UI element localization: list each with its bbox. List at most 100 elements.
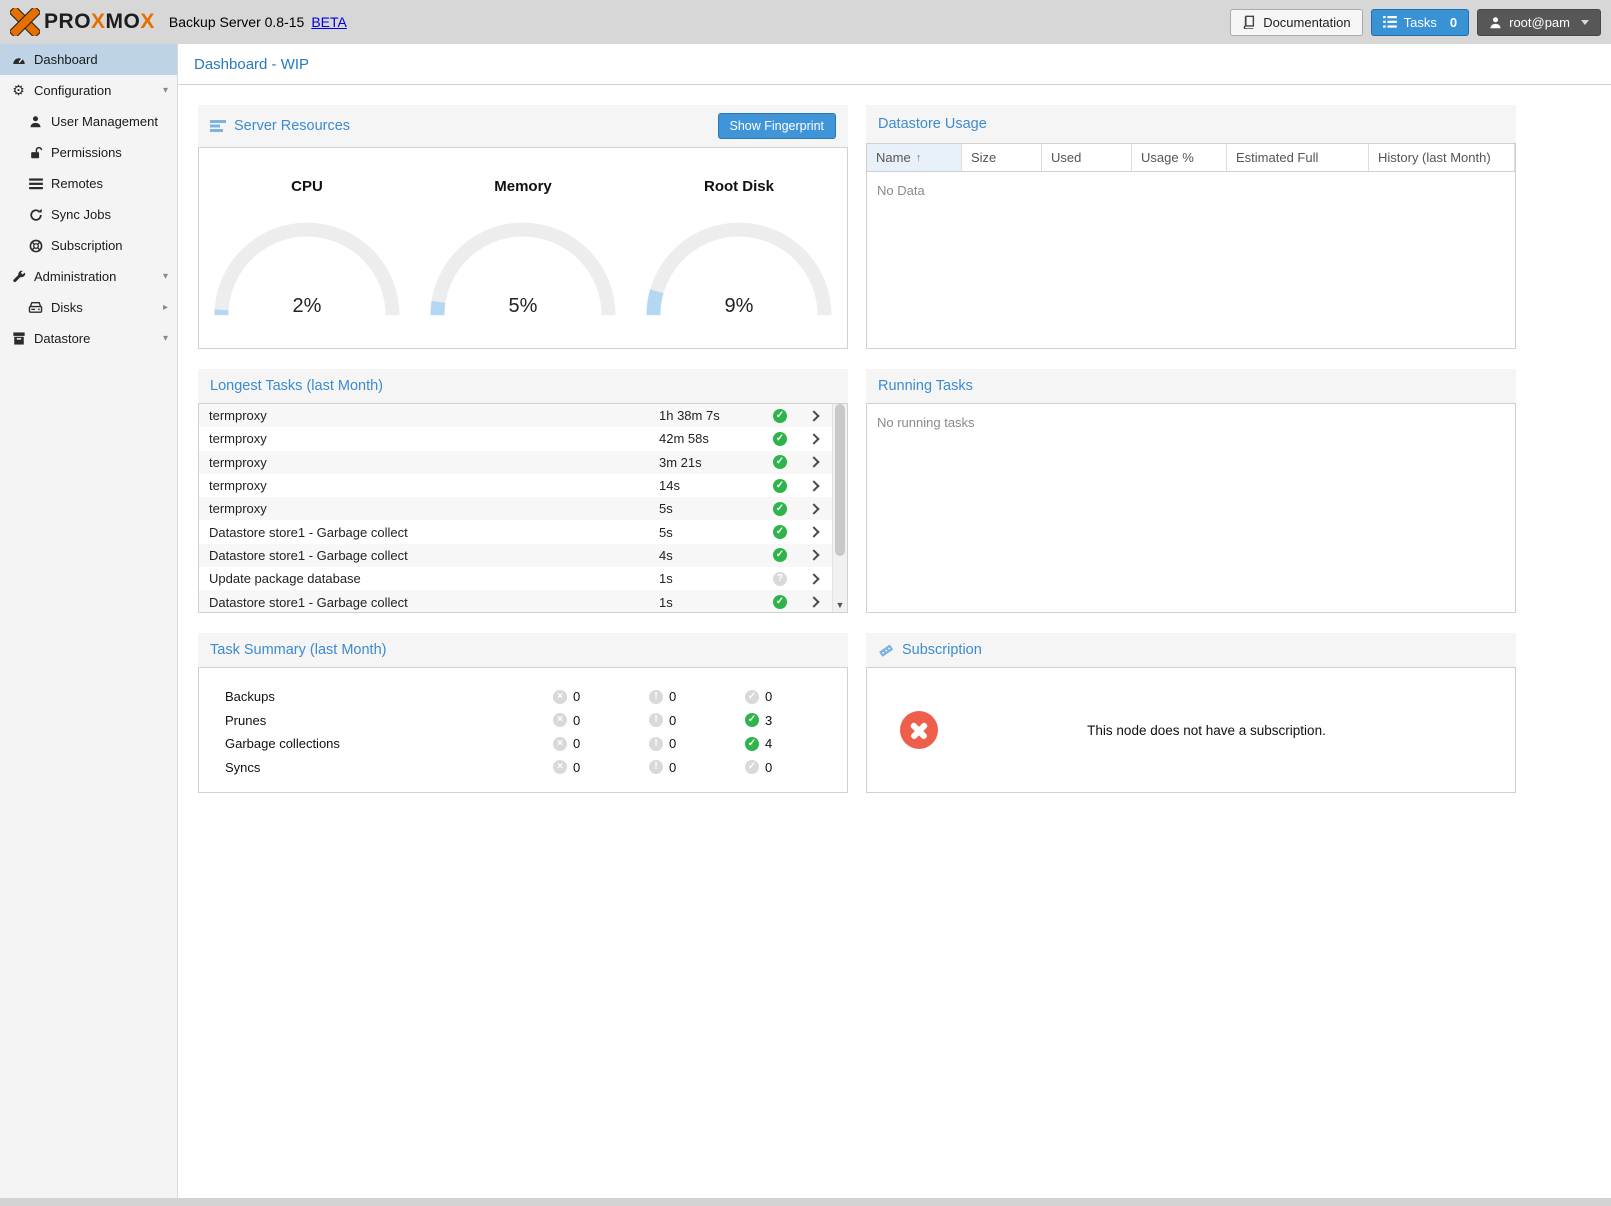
column-header-estimated-full[interactable]: Estimated Full xyxy=(1227,144,1369,171)
open-task-button[interactable] xyxy=(796,435,831,443)
task-name: termproxy xyxy=(199,501,659,516)
sidebar-item-disks[interactable]: Disks▸ xyxy=(0,292,177,323)
sidebar-item-label: Administration xyxy=(34,269,116,284)
horizontal-scrollbar[interactable] xyxy=(0,1198,1611,1206)
task-name: termproxy xyxy=(199,431,659,446)
sidebar-item-configuration[interactable]: ⚙ Configuration▾ xyxy=(0,75,177,106)
task-duration: 5s xyxy=(659,525,764,540)
error-icon: × xyxy=(553,737,567,751)
vertical-scrollbar[interactable]: ▼ xyxy=(832,404,847,612)
task-row[interactable]: Datastore store1 - Garbage collect 4s ✓ xyxy=(199,544,847,567)
task-row[interactable]: Datastore store1 - Garbage collect 5s ✓ xyxy=(199,520,847,543)
panel-title: Task Summary (last Month) xyxy=(210,642,386,658)
book-icon xyxy=(1242,15,1256,29)
gears-icon: ⚙ xyxy=(10,82,27,99)
sidebar-item-remotes[interactable]: Remotes xyxy=(0,168,177,199)
tasks-button[interactable]: Tasks 0 xyxy=(1371,9,1469,36)
scrollbar-thumb[interactable] xyxy=(835,404,845,556)
sidebar-item-label: Dashboard xyxy=(34,52,98,67)
scrollbar-down-arrow[interactable]: ▼ xyxy=(833,600,847,610)
server-resources-panel: Server Resources Show Fingerprint CPU 2%… xyxy=(198,105,848,349)
summary-row-syncs: Syncs ×0 !0 ✓0 xyxy=(225,756,847,780)
column-header-usage-[interactable]: Usage % xyxy=(1132,144,1227,171)
sidebar-item-label: Datastore xyxy=(34,331,90,346)
brand-text: PROXMOX xyxy=(44,10,155,34)
status-unknown-icon: ? xyxy=(773,572,787,586)
task-row[interactable]: termproxy 42m 58s ✓ xyxy=(199,427,847,450)
status-ok-icon: ✓ xyxy=(773,479,787,493)
sidebar-item-subscription[interactable]: Subscription xyxy=(0,230,177,261)
sidebar-item-user-management[interactable]: User Management xyxy=(0,106,177,137)
sidebar-item-permissions[interactable]: Permissions xyxy=(0,137,177,168)
show-fingerprint-button[interactable]: Show Fingerprint xyxy=(718,113,837,139)
status-ok-icon: ✓ xyxy=(773,548,787,562)
summary-label: Syncs xyxy=(225,760,553,775)
gauge-cpu: CPU 2% xyxy=(199,178,415,348)
sidebar-item-label: Sync Jobs xyxy=(51,207,111,222)
longest-tasks-panel: Longest Tasks (last Month) termproxy 1h … xyxy=(198,369,848,613)
sidebar-item-sync-jobs[interactable]: Sync Jobs xyxy=(0,199,177,230)
chevron-right-icon xyxy=(808,410,819,421)
task-row[interactable]: termproxy 1h 38m 7s ✓ xyxy=(199,404,847,427)
task-summary-panel: Task Summary (last Month) Backups ×0 !0 … xyxy=(198,633,848,793)
column-header-size[interactable]: Size xyxy=(962,144,1042,171)
user-menu-button[interactable]: root@pam xyxy=(1477,9,1601,36)
error-icon: × xyxy=(553,713,567,727)
documentation-button[interactable]: Documentation xyxy=(1230,9,1362,36)
page-header: Dashboard - WIP xyxy=(178,44,1611,85)
dashboard-icon xyxy=(10,53,27,67)
open-task-button[interactable] xyxy=(796,528,831,536)
column-header-name[interactable]: Name↑ xyxy=(867,144,962,171)
task-duration: 1s xyxy=(659,571,764,586)
open-task-button[interactable] xyxy=(796,482,831,490)
status-ok-icon: ✓ xyxy=(773,595,787,609)
status-ok-icon: ✓ xyxy=(773,525,787,539)
ok-icon: ✓ xyxy=(745,737,759,751)
ok-count: ✓0 xyxy=(745,689,841,704)
task-row[interactable]: termproxy 3m 21s ✓ xyxy=(199,451,847,474)
server-resources-icon xyxy=(210,119,226,133)
gauge-root-disk: Root Disk 9% xyxy=(631,178,847,348)
task-row[interactable]: termproxy 5s ✓ xyxy=(199,497,847,520)
summary-row-garbage-collections: Garbage collections ×0 !0 ✓4 xyxy=(225,732,847,756)
status-ok-icon: ✓ xyxy=(773,432,787,446)
open-task-button[interactable] xyxy=(796,412,831,420)
task-row[interactable]: Update package database 1s ? xyxy=(199,567,847,590)
proxmox-logo: PROXMOX xyxy=(10,8,155,36)
topbar: PROXMOX Backup Server 0.8-15 BETA Docume… xyxy=(0,0,1611,44)
column-header-history-last-month-[interactable]: History (last Month) xyxy=(1369,144,1515,171)
ok-count: ✓0 xyxy=(745,760,841,775)
open-task-button[interactable] xyxy=(796,505,831,513)
caret-down-icon: ▾ xyxy=(163,85,168,96)
running-tasks-empty-text: No running tasks xyxy=(867,404,1515,441)
task-name: Datastore store1 - Garbage collect xyxy=(199,548,659,563)
warning-count: !0 xyxy=(649,713,745,728)
no-subscription-icon xyxy=(900,711,938,749)
sidebar-item-label: Subscription xyxy=(51,238,123,253)
error-icon: × xyxy=(553,690,567,704)
open-task-button[interactable] xyxy=(796,575,831,583)
status-ok-icon: ✓ xyxy=(773,502,787,516)
task-row[interactable]: termproxy 14s ✓ xyxy=(199,474,847,497)
sync-icon xyxy=(27,208,44,222)
page-title: Dashboard - WIP xyxy=(194,56,309,73)
sidebar-item-datastore[interactable]: Datastore▾ xyxy=(0,323,177,354)
task-duration: 1s xyxy=(659,595,764,610)
open-task-button[interactable] xyxy=(796,458,831,466)
error-count: ×0 xyxy=(553,689,649,704)
summary-label: Prunes xyxy=(225,713,553,728)
chevron-down-icon xyxy=(1581,20,1589,25)
open-task-button[interactable] xyxy=(796,551,831,559)
open-task-button[interactable] xyxy=(796,598,831,606)
sidebar-item-label: User Management xyxy=(51,114,158,129)
sidebar-item-administration[interactable]: Administration▾ xyxy=(0,261,177,292)
warning-count: !0 xyxy=(649,689,745,704)
sidebar-item-dashboard[interactable]: Dashboard xyxy=(0,44,177,75)
task-duration: 14s xyxy=(659,478,764,493)
column-header-used[interactable]: Used xyxy=(1042,144,1132,171)
gauge-label: Root Disk xyxy=(631,178,847,195)
beta-link[interactable]: BETA xyxy=(311,14,347,30)
sidebar-item-label: Disks xyxy=(51,300,83,315)
subscription-panel: Subscription This node does not have a s… xyxy=(866,633,1516,793)
task-row[interactable]: Datastore store1 - Garbage collect 1s ✓ xyxy=(199,590,847,613)
